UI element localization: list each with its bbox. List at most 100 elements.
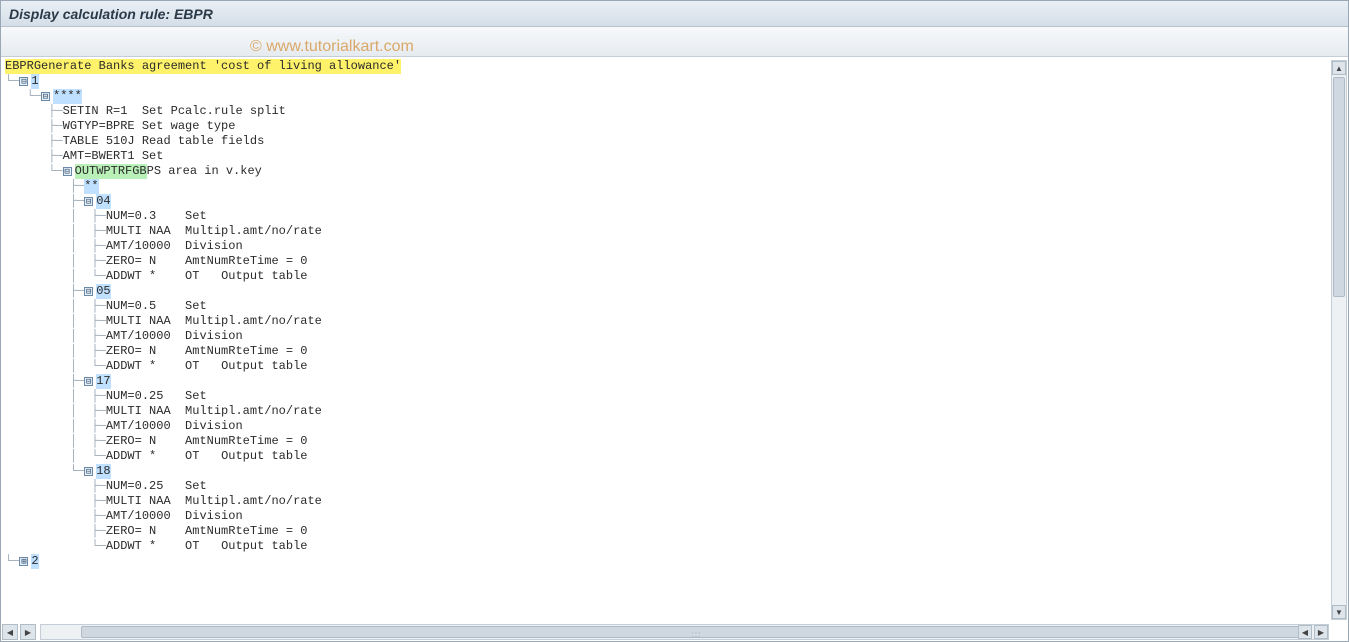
chevron-down-icon: ▼	[1335, 608, 1343, 617]
tree-row[interactable]: │ ├─AMT/10000 Division	[5, 239, 1348, 254]
group-key: 04	[96, 194, 110, 209]
collapse-icon[interactable]: ⊟	[84, 467, 93, 476]
chevron-right-icon: ▶	[1318, 628, 1324, 637]
tree-row[interactable]: ├─**	[5, 179, 1348, 194]
scroll-grip-icon: :::	[692, 630, 702, 639]
op-desc: Division	[185, 419, 243, 434]
content-area: EBPR Generate Banks agreement 'cost of l…	[1, 57, 1348, 641]
tree-row[interactable]: └─⊟1	[5, 74, 1348, 89]
op-desc: Division	[185, 239, 243, 254]
group-key: 17	[96, 374, 110, 389]
op-desc: Read table fields	[142, 134, 264, 149]
op: TABLE 510J	[63, 134, 142, 149]
chevron-up-icon: ▲	[1335, 64, 1343, 73]
op-desc: Output table	[221, 539, 307, 554]
horizontal-scroll-thumb[interactable]: :::	[81, 626, 1312, 638]
collapse-icon[interactable]: ⊟	[84, 377, 93, 386]
op: NUM=0.5	[106, 299, 185, 314]
tree-row[interactable]: ├─NUM=0.25 Set	[5, 479, 1348, 494]
op: MULTI NAA	[106, 314, 185, 329]
chevron-left-icon: ◀	[1302, 628, 1308, 637]
tree-row[interactable]: ├─⊟17	[5, 374, 1348, 389]
collapse-icon[interactable]: ⊟	[84, 197, 93, 206]
collapse-icon[interactable]: ⊟	[63, 167, 72, 176]
tree-row[interactable]: ├─⊟04	[5, 194, 1348, 209]
op: ZERO= N	[106, 254, 185, 269]
tree-row[interactable]: │ ├─AMT/10000 Division	[5, 419, 1348, 434]
tree-row[interactable]: │ ├─MULTI NAA Multipl.amt/no/rate	[5, 224, 1348, 239]
op: AMT/10000	[106, 509, 185, 524]
tree-row[interactable]: EBPR Generate Banks agreement 'cost of l…	[5, 59, 1348, 74]
tree-row[interactable]: │ └─ADDWT * OT Output table	[5, 449, 1348, 464]
tree-row[interactable]: └─⊟18	[5, 464, 1348, 479]
tree-row[interactable]: ├─⊟05	[5, 284, 1348, 299]
tree-row[interactable]: │ ├─ZERO= N AmtNumRteTime = 0	[5, 434, 1348, 449]
tree-row[interactable]: │ ├─ZERO= N AmtNumRteTime = 0	[5, 344, 1348, 359]
scroll-up-button[interactable]: ▲	[1332, 61, 1346, 75]
op: NUM=0.25	[106, 389, 185, 404]
tree-view[interactable]: EBPR Generate Banks agreement 'cost of l…	[1, 57, 1348, 641]
tree-row[interactable]: ├─WGTYP=BPRE Set wage type	[5, 119, 1348, 134]
op: AMT=BWERT1	[63, 149, 142, 164]
node-stars: ****	[53, 89, 82, 104]
toolbar	[1, 27, 1348, 57]
node-star2: **	[84, 179, 98, 194]
op-desc: AmtNumRteTime = 0	[185, 344, 307, 359]
outwp-code: OUTWPTRFGB	[75, 164, 147, 179]
op-desc: Output table	[221, 359, 307, 374]
vertical-scroll-thumb[interactable]	[1333, 77, 1345, 297]
tree-row[interactable]: │ ├─ZERO= N AmtNumRteTime = 0	[5, 254, 1348, 269]
tree-row[interactable]: │ ├─NUM=0.5 Set	[5, 299, 1348, 314]
op-mid: OT	[185, 359, 221, 374]
collapse-icon[interactable]: ⊟	[84, 287, 93, 296]
op-desc: Division	[185, 329, 243, 344]
op-desc: Multipl.amt/no/rate	[185, 494, 322, 509]
horizontal-scrollbar[interactable]: ::: ◀ ▶	[40, 624, 1329, 640]
op-desc: Set	[185, 209, 207, 224]
page-left-button[interactable]: ◀	[2, 624, 18, 640]
tree-row[interactable]: ├─SETIN R=1 Set Pcalc.rule split	[5, 104, 1348, 119]
op-desc: Output table	[221, 449, 307, 464]
tree-row[interactable]: └─⊟OUTWPTRFGB PS area in v.key	[5, 164, 1348, 179]
page-arrows: ◀ ▶	[2, 624, 36, 640]
op: MULTI NAA	[106, 404, 185, 419]
tree-row[interactable]: │ └─ADDWT * OT Output table	[5, 359, 1348, 374]
scroll-right-button[interactable]: ▶	[1314, 625, 1328, 639]
op: ZERO= N	[106, 344, 185, 359]
collapse-icon[interactable]: ⊟	[41, 92, 50, 101]
rule-desc: Generate Banks agreement 'cost of living…	[34, 59, 401, 74]
scroll-left-button[interactable]: ◀	[1298, 625, 1312, 639]
tree-row[interactable]: └─⊟****	[5, 89, 1348, 104]
chevron-left-icon: ◀	[7, 628, 13, 637]
tree-row[interactable]: ├─ZERO= N AmtNumRteTime = 0	[5, 524, 1348, 539]
tree-row[interactable]: │ ├─MULTI NAA Multipl.amt/no/rate	[5, 404, 1348, 419]
tree-row[interactable]: ├─AMT=BWERT1 Set	[5, 149, 1348, 164]
op-desc: Set wage type	[142, 119, 236, 134]
op: AMT/10000	[106, 419, 185, 434]
op-desc: Set	[142, 149, 164, 164]
op: ADDWT *	[106, 359, 185, 374]
op-desc: Division	[185, 509, 243, 524]
scroll-down-button[interactable]: ▼	[1332, 605, 1346, 619]
tree-row[interactable]: │ ├─NUM=0.3 Set	[5, 209, 1348, 224]
expand-icon[interactable]: ⊞	[19, 557, 28, 566]
tree-row[interactable]: │ └─ADDWT * OT Output table	[5, 269, 1348, 284]
vertical-scrollbar[interactable]: ▲ ▼	[1331, 60, 1347, 620]
tree-row[interactable]: └─⊞2	[5, 554, 1348, 569]
op-mid: OT	[185, 539, 221, 554]
tree-row[interactable]: ├─TABLE 510J Read table fields	[5, 134, 1348, 149]
tree-row[interactable]: │ ├─AMT/10000 Division	[5, 329, 1348, 344]
op: MULTI NAA	[106, 224, 185, 239]
tree-row[interactable]: ├─MULTI NAA Multipl.amt/no/rate	[5, 494, 1348, 509]
chevron-right-icon: ▶	[25, 628, 31, 637]
op-desc: Set	[185, 479, 207, 494]
group-key: 05	[96, 284, 110, 299]
tree-row[interactable]: │ ├─NUM=0.25 Set	[5, 389, 1348, 404]
op: WGTYP=BPRE	[63, 119, 142, 134]
page-right-button[interactable]: ▶	[20, 624, 36, 640]
tree-row[interactable]: └─ADDWT * OT Output table	[5, 539, 1348, 554]
outwp-desc: PS area in v.key	[147, 164, 262, 179]
tree-row[interactable]: ├─AMT/10000 Division	[5, 509, 1348, 524]
collapse-icon[interactable]: ⊟	[19, 77, 28, 86]
tree-row[interactable]: │ ├─MULTI NAA Multipl.amt/no/rate	[5, 314, 1348, 329]
